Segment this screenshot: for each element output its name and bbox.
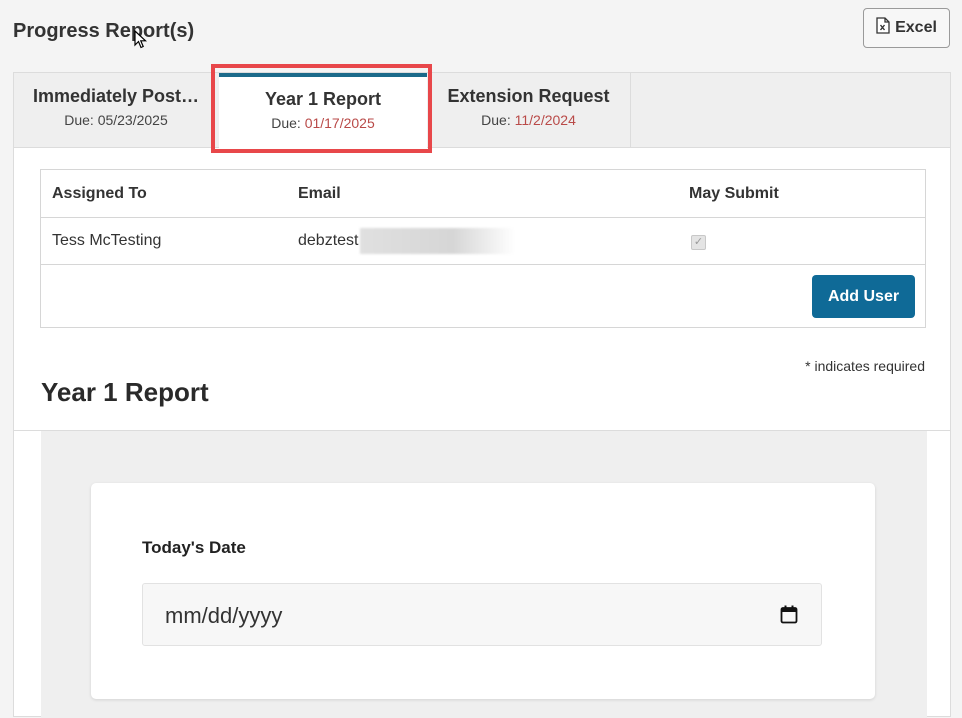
tab-due: Due: 05/23/2025 (14, 112, 218, 128)
tab-due: Due: 11/2/2024 (427, 112, 630, 128)
date-placeholder: mm/dd/yyyy (165, 603, 283, 628)
email-text: debztest (298, 232, 359, 249)
form-area: Today's Date mm/dd/yyyy (41, 431, 927, 718)
email-cell: debztest (298, 217, 516, 264)
report-tabs: Immediately Post… Due: 05/23/2025 Year 1… (14, 73, 950, 148)
section-title: Year 1 Report (41, 377, 209, 407)
progress-report-panel: Immediately Post… Due: 05/23/2025 Year 1… (13, 72, 951, 718)
excel-button-label: Excel (895, 19, 937, 36)
redacted-email-blur (360, 227, 516, 254)
tab-extension-request[interactable]: Extension Request Due: 11/2/2024 (427, 73, 631, 147)
excel-file-icon (876, 17, 890, 39)
column-header-may-submit: May Submit (689, 185, 779, 202)
column-header-assigned-to: Assigned To (52, 185, 147, 202)
tab-immediately-post[interactable]: Immediately Post… Due: 05/23/2025 (14, 73, 218, 147)
assigned-users-table: Assigned To Email May Submit Tess McTest… (40, 169, 926, 328)
tab-title: Year 1 Report (264, 89, 382, 109)
add-user-button[interactable]: Add User (812, 275, 915, 318)
due-label: Due: (64, 112, 94, 128)
calendar-icon[interactable] (780, 605, 798, 629)
due-date: 11/2/2024 (514, 112, 576, 128)
due-label: Due: (481, 112, 511, 128)
excel-export-button[interactable]: Excel (863, 8, 950, 48)
tab-due: Due: 01/17/2025 (219, 115, 427, 131)
tab-year-1-report[interactable]: Year 1 Report Due: 01/17/2025 (219, 73, 427, 148)
tab-title: Immediately Post… (32, 86, 200, 106)
required-note: * indicates required (805, 358, 925, 374)
date-field-label: Today's Date (142, 538, 246, 557)
page-title: Progress Report(s) (13, 20, 195, 42)
assigned-to-cell: Tess McTesting (52, 232, 162, 249)
mouse-pointer-icon (134, 29, 148, 55)
due-label: Due: (271, 115, 301, 131)
form-card: Today's Date mm/dd/yyyy (91, 483, 875, 699)
tab-title: Extension Request (447, 86, 610, 106)
date-input[interactable]: mm/dd/yyyy (142, 583, 822, 646)
due-date: 01/17/2025 (304, 115, 375, 131)
table-row: Tess McTesting debztest ✓ (41, 217, 925, 265)
due-date: 05/23/2025 (97, 112, 168, 128)
may-submit-checkbox[interactable]: ✓ (691, 235, 706, 250)
table-header-row: Assigned To Email May Submit (41, 170, 925, 218)
column-header-email: Email (298, 185, 341, 202)
